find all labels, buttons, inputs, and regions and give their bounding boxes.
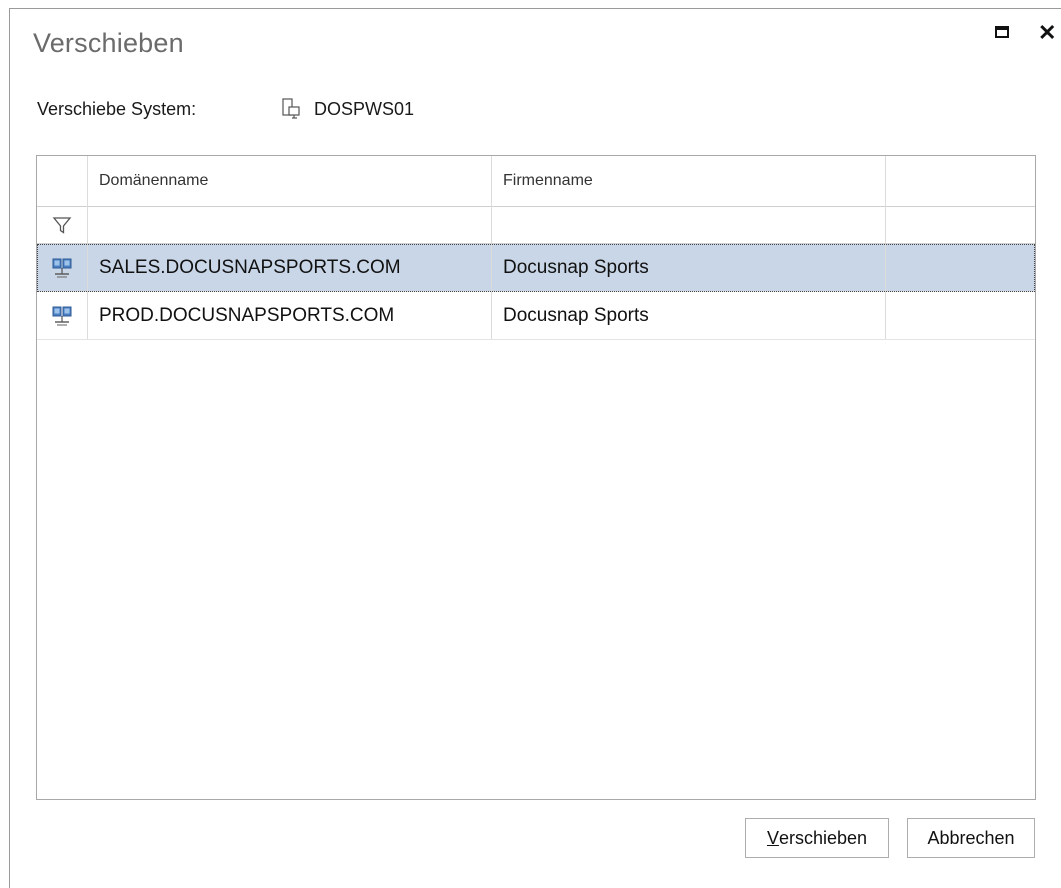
maximize-icon[interactable]: [993, 22, 1015, 44]
grid-header-row: Domänenname Firmenname: [37, 156, 1035, 207]
cell-company: Docusnap Sports: [492, 292, 886, 339]
domain-icon: [37, 292, 88, 339]
move-button-mnemonic: V: [766, 827, 779, 848]
table-row[interactable]: SALES.DOCUSNAPSPORTS.COM Docusnap Sports: [37, 244, 1035, 292]
column-header-empty: [886, 156, 1035, 206]
system-label: Verschiebe System:: [37, 98, 197, 119]
column-header-domain[interactable]: Domänenname: [88, 156, 492, 206]
system-row: Verschiebe System: DOSPWS01: [37, 98, 414, 120]
table-row[interactable]: PROD.DOCUSNAPSPORTS.COM Docusnap Sports: [37, 292, 1035, 340]
filter-input-company[interactable]: [492, 206, 886, 243]
domain-icon: [37, 244, 88, 291]
computer-icon: [282, 98, 300, 119]
close-icon[interactable]: ✕: [1038, 22, 1060, 44]
column-header-company[interactable]: Firmenname: [492, 156, 886, 206]
header-icon-column: [37, 156, 88, 206]
move-button[interactable]: Verschieben: [745, 818, 889, 858]
filter-icon[interactable]: [37, 206, 88, 243]
cell-domain: PROD.DOCUSNAPSPORTS.COM: [88, 292, 492, 339]
system-name: DOSPWS01: [314, 98, 415, 119]
cell-domain: SALES.DOCUSNAPSPORTS.COM: [88, 244, 492, 291]
cell-empty: [886, 292, 1035, 339]
filter-empty: [886, 206, 1035, 243]
cancel-button[interactable]: Abbrechen: [907, 818, 1035, 858]
filter-input-domain[interactable]: [88, 206, 492, 243]
move-button-label: erschieben: [778, 827, 868, 848]
dialog-title: Verschieben: [33, 28, 184, 58]
filter-row: [37, 206, 1035, 244]
domain-grid: Domänenname Firmenname SALES.DOCUSNAPSPO: [36, 155, 1036, 800]
cell-empty: [886, 244, 1035, 291]
cell-company: Docusnap Sports: [492, 244, 886, 291]
